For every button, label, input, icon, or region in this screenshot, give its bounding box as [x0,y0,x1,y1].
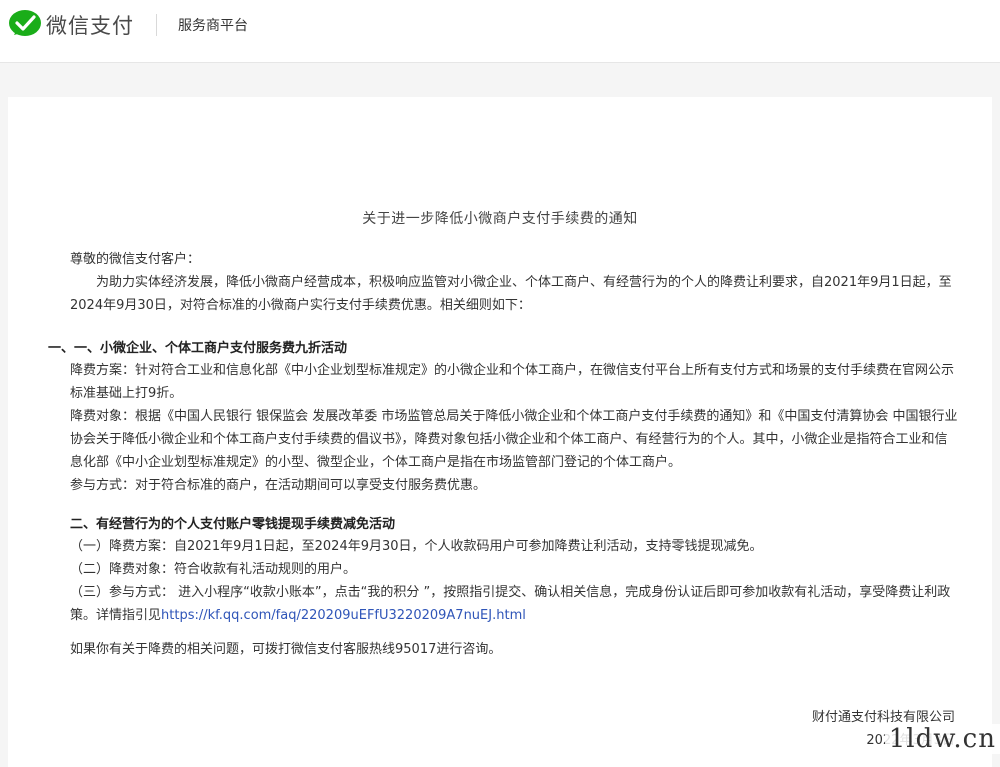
section2-heading: 二、有经营行为的个人支付账户零钱提现手续费减免活动 [70,517,396,532]
brand-name[interactable]: 微信支付 [46,10,134,40]
contact-line: 如果你有关于降费的相关问题，可拨打微信支付客服热线95017进行咨询。 [70,642,502,657]
section2-item3: （三）参与方式： 进入小程序“收款小账本”，点击“我的积分 ”，按照指引提交、确… [70,581,958,627]
top-header: 微信支付 服务商平台 [0,0,1000,63]
section2-item2: （二）降费对象：符合收款有礼活动规则的用户。 [70,562,357,577]
faq-link[interactable]: https://kf.qq.com/faq/220209uEFfU3220209… [161,608,526,623]
wechat-pay-logo[interactable] [8,9,42,39]
notice-title: 关于进一步降低小微商户支付手续费的通知 [362,211,638,227]
greeting: 尊敬的微信支付客户： [70,252,201,267]
section1-target: 降费对象：根据《中国人民银行 银保监会 发展改革委 市场监管总局关于降低小微企业… [70,409,958,470]
header-divider [156,14,157,36]
intro-paragraph: 为助力实体经济发展，降低小微商户经营成本，积极响应监管对小微企业、个体工商户、有… [70,275,952,313]
section1-method: 参与方式：对于符合标准的商户，在活动期间可以享受支付服务费优惠。 [70,478,487,493]
section1-plan: 降费方案：针对符合工业和信息化部《中小企业划型标准规定》的小微企业和个体工商户，… [70,363,955,401]
platform-name[interactable]: 服务商平台 [178,15,248,35]
section1-heading: 一、一、小微企业、个体工商户支付服务费九折活动 [48,341,348,356]
site-watermark: 1ldw.cn [884,724,1000,754]
section2-item1: （一）降费方案：自2021年9月1日起，至2024年9月30日，个人收款码用户可… [70,539,763,554]
